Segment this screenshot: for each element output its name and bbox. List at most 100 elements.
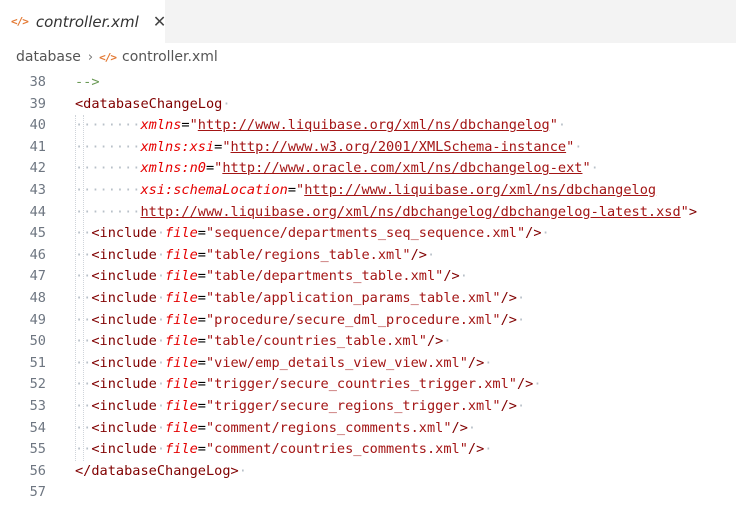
token-ws: · — [426, 246, 436, 263]
token-ws: · — [459, 268, 468, 285]
code-line[interactable]: 44 ········http://www.liquibase.org/xml/n… — [0, 202, 736, 224]
code-line[interactable]: 47 ··<include·file="table/departments_tab… — [0, 266, 736, 288]
code-line[interactable]: 42 ········xmlns:n0= "http://www.oracle.co… — [0, 158, 736, 180]
token-tag: <include — [91, 333, 157, 350]
token-ws: · — [517, 311, 526, 328]
token-ws: · — [156, 419, 166, 436]
token-ws: · — [443, 333, 452, 350]
token-tag: /> — [467, 354, 485, 371]
code-line[interactable]: 41 ········xmlns:xsi="http://www.w3.org/2… — [0, 137, 736, 159]
token-attr: file — [165, 225, 198, 242]
code-text: ··<include·file="procedure/secure_dml_pr… — [75, 310, 525, 332]
token-tag: /> — [516, 376, 534, 393]
token-ws: · — [222, 95, 231, 112]
token-ws: · — [484, 441, 493, 458]
token-eq: = — [197, 225, 206, 242]
token-str: "procedure/secure_dml_procedure.xml" — [205, 311, 501, 328]
token-eq: = — [197, 398, 206, 414]
token-tag: <include — [91, 419, 157, 436]
code-line[interactable]: 52 ··<include·file="trigger/secure_countr… — [0, 374, 736, 396]
code-text: <databaseChangeLog· — [75, 94, 231, 116]
line-number: 45 — [29, 225, 46, 242]
token-eq: = — [197, 246, 206, 263]
token-tag: /> — [467, 441, 485, 458]
code-text: ········xmlns:xsi="http://www.w3.org/200… — [75, 137, 582, 159]
token-str: "comment/regions_comments.xml" — [205, 419, 452, 436]
code-text: --> — [75, 72, 100, 94]
token-eq: = — [197, 290, 206, 306]
code-text: ··<include·file="table/regions_table.xml… — [75, 245, 435, 267]
token-tag: <include — [91, 290, 157, 306]
token-ws: · — [156, 290, 166, 306]
token-ws: · — [517, 290, 526, 306]
code-line[interactable]: 57 — [0, 482, 736, 504]
token-eq: = — [197, 333, 206, 350]
close-icon[interactable]: ✕ — [153, 12, 166, 31]
code-line[interactable]: 38 --> — [0, 72, 736, 94]
indent-guide — [83, 115, 84, 461]
token-tag: <include — [91, 225, 157, 242]
token-tag: <include — [91, 376, 157, 393]
tab-controller-xml[interactable]: </> controller.xml ✕ — [0, 0, 166, 43]
code-line[interactable]: 45 ··<include·file="sequence/departments_… — [0, 223, 736, 245]
code-line[interactable]: 49 ··<include·file="procedure/secure_dml_… — [0, 310, 736, 332]
token-attr: file — [165, 398, 198, 414]
token-ws: · — [574, 138, 583, 155]
code-text: ··<include·file="view/emp_details_view_v… — [75, 353, 492, 375]
token-url: http://www.liquibase.org/xml/ns/dbchange… — [304, 182, 657, 198]
indent-whitespace: ········ — [75, 203, 141, 220]
token-tag: /> — [451, 419, 468, 436]
code-text: ········xsi:schemaLocation="http://www.l… — [75, 180, 656, 202]
token-tag: /> — [500, 311, 517, 328]
code-text: ··<include·file="table/countries_table.x… — [75, 331, 452, 353]
token-ws: · — [533, 376, 542, 393]
token-url: http://www.liquibase.org/xml/ns/dbchange… — [140, 203, 681, 220]
token-attr: file — [165, 333, 198, 350]
token-tag: /> — [426, 333, 444, 350]
token-ws: · — [517, 398, 526, 414]
token-attr: file — [165, 419, 198, 436]
code-line[interactable]: 51 ··<include·file="view/emp_details_view… — [0, 353, 736, 375]
indent-whitespace: ········ — [75, 138, 141, 155]
code-line[interactable]: 54 ··<include·file="comment/regions_comme… — [0, 418, 736, 440]
code-line[interactable]: 46 ··<include·file="table/regions_table.x… — [0, 245, 736, 267]
code-line[interactable]: 53 ··<include·file="trigger/secure_region… — [0, 396, 736, 418]
code-line[interactable]: 56 </databaseChangeLog>· — [0, 461, 736, 483]
token-attr: xsi:schemaLocation — [140, 182, 288, 198]
code-line[interactable]: 55 ··<include·file="comment/countries_com… — [0, 439, 736, 461]
faded-line: 37 ************ end Parameters *********… — [0, 60, 736, 68]
token-eq: = — [205, 160, 215, 177]
line-number: 48 — [29, 290, 46, 306]
code-editor[interactable]: 37 ************ end Parameters *********… — [0, 60, 736, 520]
token-ws: · — [156, 225, 166, 242]
token-url: http://www.oracle.com/xml/ns/dbchangelog… — [222, 160, 583, 177]
token-str: " — [582, 160, 591, 177]
code-line[interactable]: 43 ········xsi:schemaLocation="http://www… — [0, 180, 736, 202]
code-line[interactable]: 39 <databaseChangeLog· — [0, 94, 736, 116]
code-line[interactable]: 48 ··<include·file="table/application_par… — [0, 288, 736, 310]
token-tag: </databaseChangeLog> — [75, 462, 239, 479]
token-ws: · — [156, 376, 166, 393]
code-text: ··<include·file="comment/countries_comme… — [75, 439, 492, 461]
token-comment: --> — [75, 74, 100, 90]
indent-whitespace: ········ — [75, 182, 141, 198]
token-ws: · — [156, 246, 166, 263]
code-line[interactable]: 40 ········xmlns="http://www.liquibase.or… — [0, 115, 736, 137]
token-attr: file — [165, 290, 198, 306]
indent-guide — [75, 115, 76, 461]
token-eq: = — [197, 441, 206, 458]
token-tag: <include — [91, 268, 157, 285]
line-number: 50 — [29, 333, 46, 350]
token-ws: · — [541, 225, 550, 242]
token-str: "table/application_params_table.xml" — [205, 290, 501, 306]
token-ws: · — [238, 462, 247, 479]
code-line[interactable]: 50 ··<include·file="table/countries_table… — [0, 331, 736, 353]
indent-whitespace: ········ — [75, 117, 141, 134]
token-attr: xmlns:xsi — [140, 138, 215, 155]
token-eq: = — [197, 419, 206, 436]
token-tag: <databaseChangeLog — [75, 95, 223, 112]
token-ws: · — [156, 311, 166, 328]
token-ws: · — [156, 268, 166, 285]
token-tag: /> — [525, 225, 542, 242]
line-number: 56 — [29, 462, 46, 479]
